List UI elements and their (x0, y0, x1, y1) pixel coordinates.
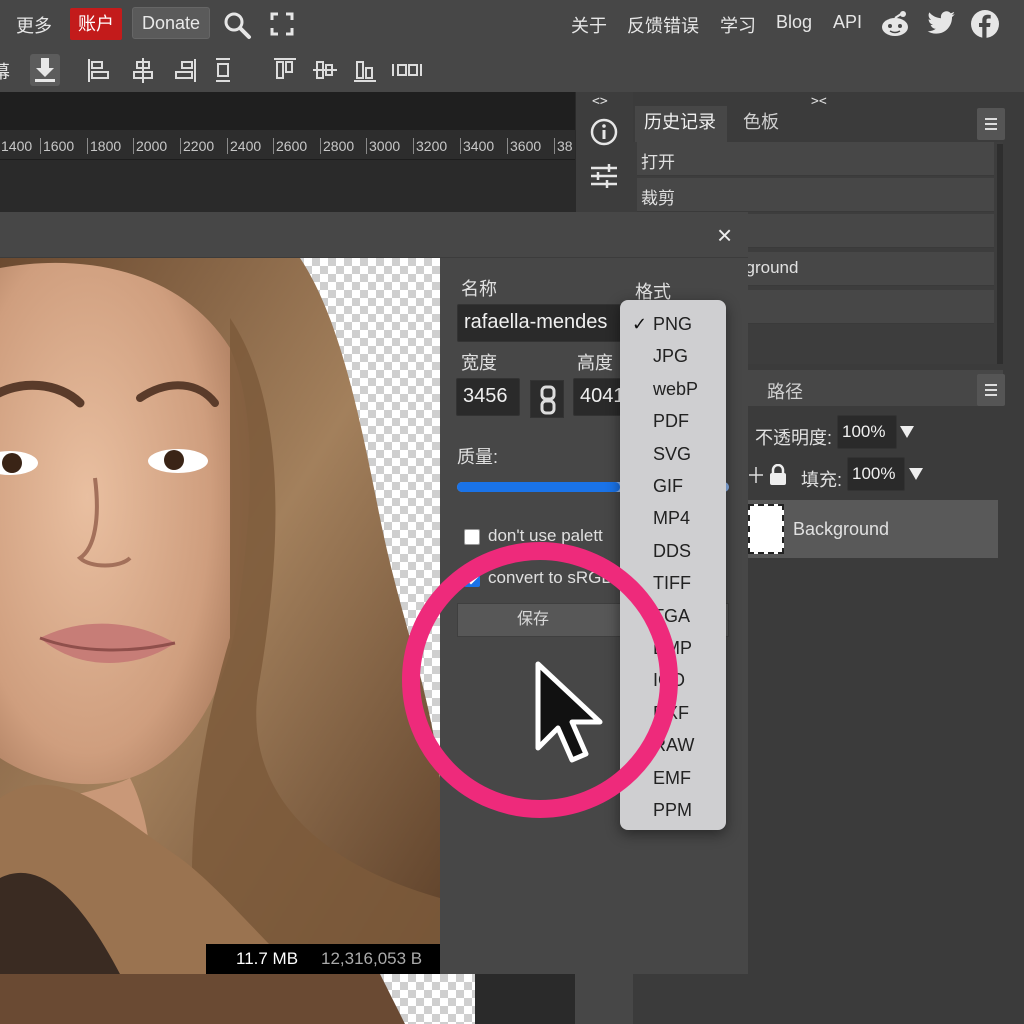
align-middle-v-icon[interactable] (310, 54, 340, 86)
height-input[interactable]: 4041 (573, 378, 623, 416)
format-option-svg[interactable]: SVG (620, 438, 726, 470)
fill-label: 填充: (801, 470, 843, 490)
history-item[interactable]: 裁剪 (637, 178, 994, 212)
ruler-tick: 2600 (273, 138, 307, 154)
format-option-label: SVG (653, 443, 692, 464)
format-option-png[interactable]: ✓ PNG (620, 308, 726, 340)
opacity-input[interactable]: 100% (837, 415, 897, 449)
adjustments-icon[interactable] (589, 162, 619, 190)
ruler-tick: 1600 (40, 138, 74, 154)
dialog-close-icon[interactable]: × (717, 220, 732, 251)
tool-options-bar: 幕 (0, 48, 1024, 92)
ruler-tick: 38 (554, 138, 573, 154)
format-option-webp[interactable]: webP (620, 373, 726, 405)
quality-label: 质量: (457, 447, 499, 467)
menu-blog[interactable]: Blog (776, 12, 812, 33)
ruler-tick: 2200 (180, 138, 214, 154)
opacity-label: 不透明度: (755, 428, 833, 448)
name-label: 名称 (461, 279, 497, 299)
ruler-tick: 3600 (507, 138, 541, 154)
search-icon[interactable] (222, 10, 252, 40)
height-label: 高度 (577, 353, 613, 373)
preview-image (0, 258, 440, 974)
layer-row[interactable]: Background (748, 500, 998, 558)
format-option-jpg[interactable]: JPG (620, 340, 726, 372)
file-size-strip: 11.7 MB 12,316,053 B (206, 944, 440, 974)
layer-name[interactable]: Background (793, 519, 889, 540)
fill-dropdown-icon[interactable] (909, 468, 923, 480)
format-option-label: JPG (653, 346, 689, 367)
tab-swatches[interactable]: 色板 (743, 108, 779, 134)
lock-icon[interactable] (768, 464, 788, 486)
layers-menu-icon[interactable] (977, 374, 1005, 406)
distribute-v-icon[interactable] (208, 54, 238, 86)
format-option-label: PDF (653, 411, 689, 432)
opacity-dropdown-icon[interactable] (900, 426, 914, 438)
fill-input[interactable]: 100% (847, 457, 905, 491)
truncated-label: 幕 (0, 62, 10, 82)
portrait-photo (0, 258, 440, 974)
format-option-gif[interactable]: GIF (620, 470, 726, 502)
layer-thumbnail (748, 504, 784, 554)
ruler-tick: 3000 (366, 138, 400, 154)
history-scrollbar[interactable] (997, 144, 1003, 364)
format-option-label: GIF (653, 476, 683, 496)
menu-about[interactable]: 关于 (571, 12, 607, 38)
tab-history[interactable]: 历史记录 (644, 108, 716, 134)
align-left-icon[interactable] (84, 54, 114, 86)
chain-link-icon (540, 385, 556, 415)
width-input[interactable]: 3456 (456, 378, 520, 416)
menubar: 更多 账户 Donate 关于 反馈错误 学习 Blog API (0, 0, 1024, 48)
menu-api[interactable]: API (833, 12, 862, 33)
info-icon[interactable] (589, 117, 619, 147)
ruler-tick: 2400 (227, 138, 261, 154)
selected-check-icon: ✓ (632, 314, 648, 334)
file-size-bytes: 12,316,053 B (321, 949, 423, 968)
history-item[interactable]: 打开 (637, 142, 994, 176)
mouse-cursor-icon (535, 661, 603, 763)
align-top-icon[interactable] (270, 54, 300, 86)
collapse-left-toggle[interactable]: <> (592, 94, 608, 109)
menu-feedback[interactable]: 反馈错误 (627, 12, 699, 38)
format-option-label: webP (653, 378, 699, 399)
move-icon[interactable] (748, 466, 764, 484)
menu-more[interactable]: 更多 (16, 12, 52, 38)
align-center-h-icon[interactable] (128, 54, 158, 86)
align-bottom-icon[interactable] (350, 54, 380, 86)
fullscreen-icon[interactable] (270, 12, 294, 36)
format-option-label: MP4 (653, 508, 691, 529)
canvas-checkerboard (0, 974, 475, 1024)
width-label: 宽度 (461, 353, 497, 373)
account-button[interactable]: 账户 (70, 8, 122, 40)
download-icon[interactable] (30, 54, 60, 86)
tab-paths[interactable]: 路径 (767, 378, 803, 404)
ruler-tick: 3400 (460, 138, 494, 154)
collapse-right-toggle[interactable]: >< (811, 94, 827, 109)
document-tab-bar (0, 92, 575, 130)
ruler-tick: 3200 (413, 138, 447, 154)
link-dimensions-button[interactable] (530, 380, 564, 418)
donate-button[interactable]: Donate (132, 7, 210, 39)
side-icon-column: <> (575, 92, 633, 212)
quality-slider-fill (457, 482, 621, 492)
twitter-icon[interactable] (926, 11, 956, 37)
format-option-pdf[interactable]: PDF (620, 405, 726, 437)
horizontal-ruler: 1400 1600 1800 2000 2200 2400 2600 2800 … (0, 130, 575, 160)
name-input[interactable]: rafaella-mendes (457, 304, 623, 342)
ruler-tick: 2000 (133, 138, 167, 154)
reddit-icon[interactable] (879, 10, 911, 38)
history-menu-icon[interactable] (977, 108, 1005, 140)
facebook-icon[interactable] (970, 9, 1000, 39)
ruler-tick: 1400 (0, 138, 32, 154)
distribute-h-icon[interactable] (390, 54, 424, 86)
ruler-tick: 2800 (320, 138, 354, 154)
file-size-mb: 11.7 MB (236, 949, 299, 968)
menu-learn[interactable]: 学习 (720, 12, 756, 38)
ruler-tick: 1800 (87, 138, 121, 154)
export-dialog-header: × (0, 212, 748, 258)
format-option-label: PNG (653, 314, 693, 334)
format-option-mp4[interactable]: MP4 (620, 502, 726, 534)
align-right-icon[interactable] (170, 54, 200, 86)
